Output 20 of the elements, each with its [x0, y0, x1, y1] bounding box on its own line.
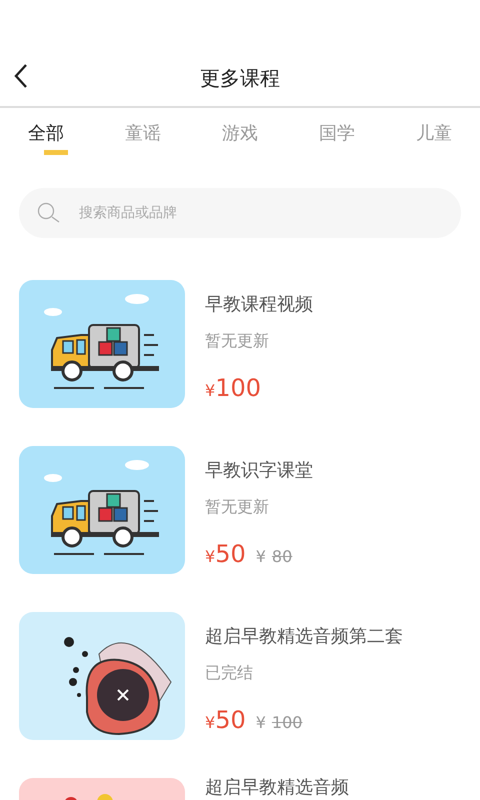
course-status: 暂无更新 — [205, 330, 270, 352]
course-title[interactable]: 早教课程视频 — [205, 292, 313, 318]
page-title: 更多课程 — [200, 64, 280, 92]
course-title[interactable]: 超启早教精选音频 — [205, 778, 349, 800]
course-price: ¥100 — [205, 374, 261, 404]
active-tab-indicator — [44, 150, 68, 155]
course-price: ¥50 — [205, 706, 246, 736]
currency-symbol: ¥ — [256, 713, 266, 732]
search-field[interactable]: 搜索商品或品牌 — [19, 188, 461, 238]
category-tab[interactable]: 全部 — [28, 120, 64, 148]
course-price: ¥50 — [205, 540, 246, 570]
course-status: 已完结 — [205, 662, 254, 684]
original-price: 100 — [272, 713, 302, 732]
original-price: 80 — [272, 547, 292, 566]
course-title[interactable]: 早教识字课堂 — [205, 458, 313, 484]
currency-symbol: ¥ — [256, 547, 266, 566]
back-icon[interactable] — [13, 63, 29, 89]
search-icon — [37, 202, 61, 224]
course-title[interactable]: 超启早教精选音频第二套 — [205, 624, 403, 650]
course-status: 暂无更新 — [205, 496, 270, 518]
